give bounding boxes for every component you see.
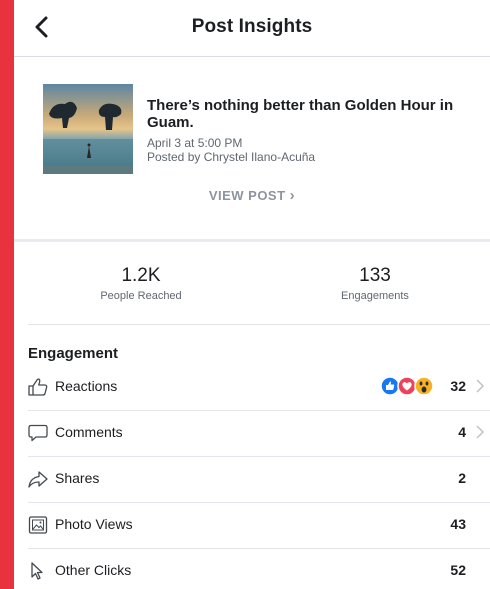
post-date: April 3 at 5:00 PM (147, 136, 243, 150)
engagements-stat: 133 Engagements (275, 265, 475, 302)
reactions-label: Reactions (55, 378, 118, 394)
chevron-right-icon: › (289, 187, 296, 204)
comments-label: Comments (55, 424, 123, 440)
photo-icon (28, 516, 48, 534)
divider (28, 324, 490, 325)
love-reaction-icon (397, 376, 417, 396)
comments-count: 4 (458, 424, 466, 440)
cursor-icon (31, 562, 43, 580)
wow-reaction-icon (414, 376, 434, 396)
insights-panel: Post Insights There’s nothing better tha… (14, 0, 490, 589)
shares-row: Shares 2 (14, 456, 490, 502)
post-author: Posted by Chrystel Ilano-Acuña (147, 150, 316, 164)
photo-views-row: Photo Views 43 (14, 502, 490, 548)
chevron-right-icon (476, 379, 485, 393)
page-title: Post Insights (191, 16, 313, 37)
engagements-label: Engagements (341, 290, 409, 302)
view-post-label: VIEW POST (208, 188, 286, 203)
shares-count: 2 (458, 470, 466, 486)
reactions-count: 32 (450, 378, 466, 394)
view-post-button[interactable]: VIEW POST › (14, 187, 490, 204)
comment-icon (28, 424, 48, 442)
comments-row[interactable]: Comments 4 (14, 410, 490, 456)
like-reaction-icon (380, 376, 400, 396)
reaction-icons (380, 376, 434, 396)
people-reached-label: People Reached (100, 290, 182, 302)
post-title: There’s nothing better than Golden Hour … (147, 97, 454, 131)
engagements-value: 133 (359, 265, 391, 286)
engagement-heading: Engagement (28, 345, 119, 362)
chevron-right-icon (476, 425, 485, 439)
other-clicks-count: 52 (450, 562, 466, 578)
photo-views-count: 43 (450, 516, 466, 532)
people-reached-value: 1.2K (121, 265, 161, 286)
post-summary: There’s nothing better than Golden Hour … (14, 57, 490, 239)
other-clicks-label: Other Clicks (55, 562, 132, 578)
thumbs-up-icon (28, 378, 48, 396)
post-thumbnail-image[interactable] (43, 84, 133, 174)
header-bar: Post Insights (14, 0, 490, 57)
section-divider (14, 239, 490, 242)
photo-views-label: Photo Views (55, 516, 133, 532)
people-reached-stat: 1.2K People Reached (41, 265, 241, 302)
shares-label: Shares (55, 470, 100, 486)
other-clicks-row: Other Clicks 52 (14, 548, 490, 589)
reactions-row[interactable]: Reactions 32 (14, 364, 490, 410)
share-icon (28, 471, 48, 488)
